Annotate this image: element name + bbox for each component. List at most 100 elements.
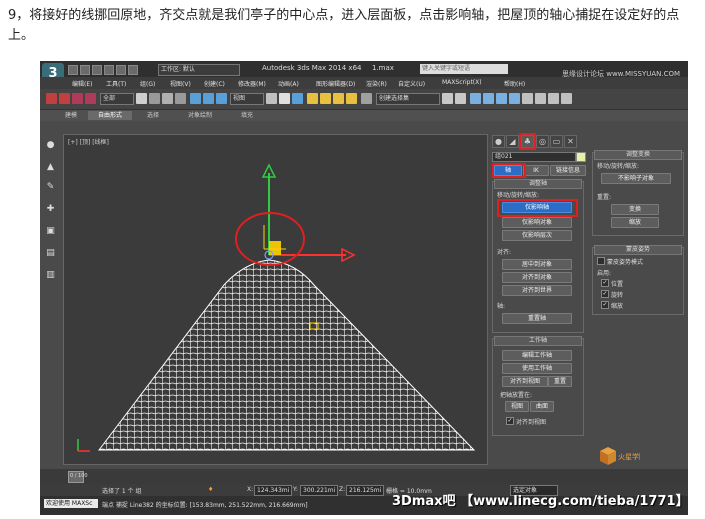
scale-icon[interactable] bbox=[216, 93, 227, 104]
edit-working-pivot-button[interactable]: 编辑工作轴 bbox=[502, 350, 572, 361]
redo-icon[interactable] bbox=[116, 65, 126, 75]
brush-icon[interactable]: ✚ bbox=[45, 204, 56, 215]
menu-modifiers[interactable]: 修改器(M) bbox=[238, 79, 266, 88]
open-file-icon[interactable] bbox=[80, 65, 90, 75]
ribbon-tab-object-paint[interactable]: 对象绘制 bbox=[180, 111, 220, 120]
place-view-button[interactable]: 视图 bbox=[505, 401, 529, 412]
scale-checkbox[interactable]: ✓ bbox=[601, 301, 609, 309]
create-tab-icon[interactable]: ● bbox=[492, 135, 505, 148]
time-slider[interactable]: 0 / 100 bbox=[40, 469, 688, 484]
align-to-view-button[interactable]: 对齐到视图 bbox=[502, 376, 548, 387]
curve-editor-icon[interactable] bbox=[496, 93, 507, 104]
rotate-icon[interactable] bbox=[203, 93, 214, 104]
angle-snap-icon[interactable] bbox=[320, 93, 331, 104]
move-icon[interactable] bbox=[190, 93, 201, 104]
affect-object-only-button[interactable]: 仅影响对象 bbox=[502, 217, 572, 228]
scene-explorer-icon[interactable]: ● bbox=[45, 140, 56, 151]
object-color-swatch[interactable] bbox=[576, 152, 586, 162]
skin-pose-mode-checkbox[interactable] bbox=[597, 257, 605, 265]
workspace-dropdown[interactable]: 工作区: 默认 bbox=[158, 64, 240, 76]
position-checkbox[interactable]: ✓ bbox=[601, 279, 609, 287]
menu-animation[interactable]: 动画(A) bbox=[278, 79, 299, 88]
render-setup-icon[interactable] bbox=[535, 93, 546, 104]
menu-maxscript[interactable]: MAXScript(X) bbox=[442, 79, 482, 86]
reset-working-pivot-button[interactable]: 重置 bbox=[548, 376, 572, 387]
menu-views[interactable]: 视图(V) bbox=[170, 79, 191, 88]
menu-rendering[interactable]: 渲染(R) bbox=[366, 79, 387, 88]
adjust-transform-title[interactable]: 调整变换 bbox=[594, 150, 682, 160]
ribbon-tab-freeform[interactable]: 自由形式 bbox=[88, 111, 132, 120]
keyboard-shortcut-icon[interactable] bbox=[292, 93, 303, 104]
link-icon[interactable] bbox=[72, 93, 83, 104]
align-to-world-button[interactable]: 对齐到世界 bbox=[502, 285, 572, 296]
new-file-icon[interactable] bbox=[68, 65, 78, 75]
adjust-pivot-title[interactable]: 调整轴 bbox=[494, 179, 582, 189]
menu-customize[interactable]: 自定义(U) bbox=[398, 79, 425, 88]
dont-affect-children-button[interactable]: 不影响子对象 bbox=[601, 173, 671, 184]
reset-pivot-button[interactable]: 重置轴 bbox=[502, 313, 572, 324]
reset-scale-button[interactable]: 缩放 bbox=[611, 217, 659, 228]
working-pivot-title[interactable]: 工作轴 bbox=[494, 336, 582, 346]
place-surface-button[interactable]: 曲面 bbox=[530, 401, 554, 412]
object-name-field[interactable]: 组021 bbox=[492, 152, 576, 162]
display-tab-icon[interactable]: ▭ bbox=[550, 135, 563, 148]
rect-selection-icon[interactable] bbox=[162, 93, 173, 104]
reference-coord-dropdown[interactable]: 视图 bbox=[230, 93, 264, 105]
layer-manager-icon[interactable] bbox=[470, 93, 481, 104]
affect-hierarchy-only-button[interactable]: 仅影响层次 bbox=[502, 230, 572, 241]
snaps-toggle-icon[interactable] bbox=[307, 93, 318, 104]
named-selection-dropdown[interactable]: 创建选择集 bbox=[376, 93, 440, 105]
render-view-icon[interactable]: ▤ bbox=[45, 248, 56, 259]
select-by-name-icon[interactable] bbox=[149, 93, 160, 104]
ribbon-tab-modeling[interactable]: 建模 bbox=[58, 111, 84, 120]
align-to-object-button[interactable]: 对齐到对象 bbox=[502, 272, 572, 283]
paint-select-icon[interactable]: ✎ bbox=[45, 182, 56, 193]
hold-icon[interactable] bbox=[128, 65, 138, 75]
menu-help[interactable]: 帮助(H) bbox=[504, 79, 525, 88]
mirror-icon[interactable] bbox=[442, 93, 453, 104]
display-icon[interactable]: ▥ bbox=[45, 270, 56, 281]
undo-icon[interactable] bbox=[104, 65, 114, 75]
edit-named-sel-icon[interactable] bbox=[361, 93, 372, 104]
ik-tab-button[interactable]: IK bbox=[523, 165, 549, 176]
spinner-snap-icon[interactable] bbox=[346, 93, 357, 104]
skin-pose-title[interactable]: 蒙皮姿势 bbox=[594, 245, 682, 255]
save-file-icon[interactable] bbox=[92, 65, 102, 75]
unlink-icon[interactable] bbox=[85, 93, 96, 104]
search-input[interactable]: 键入关键字或短语 bbox=[420, 64, 508, 74]
maxscript-listener[interactable]: 欢迎使用 MAXSc bbox=[44, 499, 98, 508]
menu-edit[interactable]: 编辑(E) bbox=[72, 79, 92, 88]
select-manipulate-icon[interactable] bbox=[279, 93, 290, 104]
menu-tools[interactable]: 工具(T) bbox=[106, 79, 126, 88]
redo-tool-icon[interactable] bbox=[59, 93, 70, 104]
graphite-toggle-icon[interactable] bbox=[483, 93, 494, 104]
align-to-view-checkbox[interactable]: ✓ bbox=[506, 417, 514, 425]
utilities-tab-icon[interactable]: ✕ bbox=[564, 135, 577, 148]
align-icon[interactable] bbox=[455, 93, 466, 104]
pivot-center-icon[interactable] bbox=[266, 93, 277, 104]
z-coordinate-field[interactable]: 216.125mi bbox=[346, 485, 384, 496]
select-tool-icon[interactable]: ▲ bbox=[45, 162, 56, 173]
selection-filter-dropdown[interactable]: 全部 bbox=[100, 93, 134, 105]
roof-mesh[interactable] bbox=[94, 255, 479, 455]
menu-group[interactable]: 组(G) bbox=[140, 79, 155, 88]
y-coordinate-field[interactable]: 300.221mi bbox=[300, 485, 338, 496]
viewport-top[interactable]: [+] [顶] [线框] bbox=[63, 134, 488, 465]
camera-icon[interactable]: ▣ bbox=[45, 226, 56, 237]
use-working-pivot-button[interactable]: 使用工作轴 bbox=[502, 363, 572, 374]
material-editor-icon[interactable] bbox=[522, 93, 533, 104]
link-info-tab-button[interactable]: 链接信息 bbox=[550, 165, 586, 176]
percent-snap-icon[interactable] bbox=[333, 93, 344, 104]
select-object-icon[interactable] bbox=[136, 93, 147, 104]
x-coordinate-field[interactable]: 124.343mi bbox=[254, 485, 292, 496]
lock-selection-icon[interactable]: ♦ bbox=[208, 486, 213, 493]
window-crossing-icon[interactable] bbox=[175, 93, 186, 104]
rotation-checkbox[interactable]: ✓ bbox=[601, 290, 609, 298]
menu-create[interactable]: 创建(C) bbox=[204, 79, 225, 88]
reset-transform-button[interactable]: 变换 bbox=[611, 204, 659, 215]
undo-tool-icon[interactable] bbox=[46, 93, 57, 104]
ribbon-tab-populate[interactable]: 填充 bbox=[234, 111, 260, 120]
schematic-view-icon[interactable] bbox=[509, 93, 520, 104]
ribbon-tab-selection[interactable]: 选择 bbox=[140, 111, 166, 120]
motion-tab-icon[interactable]: ◎ bbox=[536, 135, 549, 148]
